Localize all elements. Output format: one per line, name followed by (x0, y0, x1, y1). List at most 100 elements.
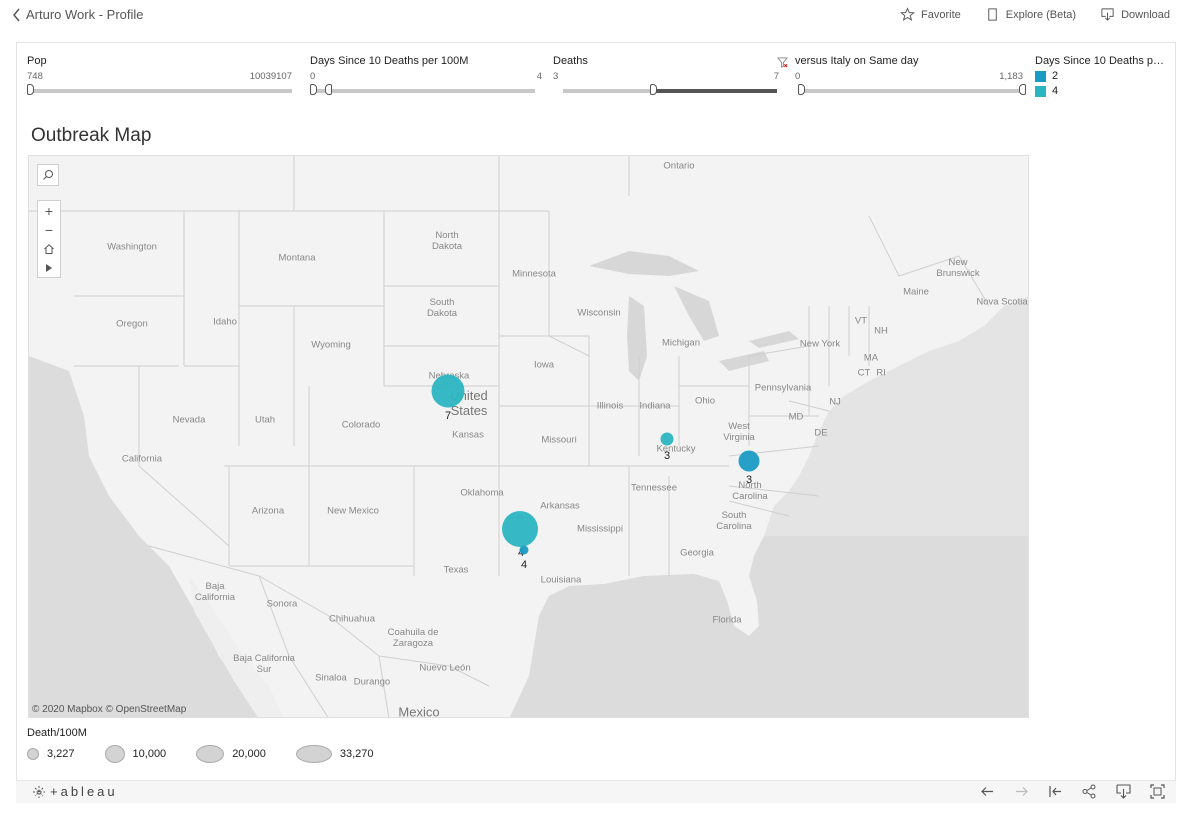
size-legend-label: 3,227 (47, 748, 75, 760)
filter-pop-max: 10039107 (249, 71, 292, 82)
filter-days-slider[interactable] (310, 84, 535, 95)
map-title: Outbreak Map (31, 125, 152, 146)
bubble-north-carolina[interactable] (738, 450, 760, 472)
undo-icon[interactable] (979, 783, 996, 800)
favorite-label: Favorite (921, 8, 961, 21)
label-new-york: New York (799, 338, 841, 350)
map-search-button[interactable] (37, 164, 59, 186)
zoom-out-button[interactable]: − (38, 220, 60, 239)
label-wyoming: Wyoming (311, 339, 351, 351)
tableau-logo[interactable]: +ableau (32, 784, 118, 799)
explore-button[interactable]: Explore (Beta) (985, 7, 1076, 22)
fullscreen-icon[interactable] (1149, 783, 1166, 800)
filter-italy-handle-min[interactable] (798, 84, 805, 95)
filter-days-handle-max[interactable] (325, 84, 332, 95)
label-sonora: Sonora (266, 598, 298, 610)
label-montana: Montana (278, 252, 316, 264)
filter-italy-title: versus Italy on Same day (795, 55, 919, 67)
size-legend-item[interactable]: 20,000 (196, 745, 266, 763)
filter-deaths-title: Deaths (553, 55, 588, 67)
label-illinois: Illinois (596, 400, 624, 412)
label-mississippi: Mississippi (577, 523, 623, 535)
color-legend-item-4[interactable]: 4 (1035, 85, 1169, 97)
outbreak-map[interactable]: Ontario Washington Montana North Dakota … (28, 155, 1029, 718)
label-coahuila: Coahuila de Zaragoza (387, 627, 439, 649)
filter-deaths-slider[interactable] (563, 84, 777, 95)
back-link[interactable]: Arturo Work - Profile (12, 7, 144, 22)
label-iowa: Iowa (533, 359, 555, 371)
play-icon (46, 263, 52, 272)
pan-tools-button[interactable] (38, 258, 60, 277)
filter-deaths-handle-min[interactable] (650, 84, 657, 95)
document-icon (988, 8, 997, 21)
label-nj: NJ (829, 396, 841, 408)
search-icon (43, 170, 53, 180)
size-legend-item[interactable]: 3,227 (27, 748, 75, 760)
label-nevada: Nevada (172, 414, 206, 426)
label-south-dakota: South Dakota (426, 297, 458, 319)
map-attribution[interactable]: © 2020 Mapbox © OpenStreetMap (32, 704, 186, 715)
label-baja-california-sur: Baja California Sur (233, 653, 295, 675)
filter-pop-min: 748 (27, 71, 43, 82)
tableau-logo-text: +ableau (50, 784, 118, 799)
label-ct: CT (857, 367, 871, 379)
minus-icon: − (44, 221, 54, 238)
size-legend-label: 20,000 (232, 748, 266, 760)
star-icon (900, 7, 915, 21)
bubble-nebraska[interactable] (431, 374, 465, 408)
filter-pop-handle-min[interactable] (27, 84, 34, 95)
label-baja-california: Baja California (194, 581, 236, 603)
filter-days-since: Days Since 10 Deaths per 100M 0 4 (310, 55, 542, 95)
filter-days-title: Days Since 10 Deaths per 100M (310, 55, 469, 67)
download-label: Download (1121, 8, 1170, 21)
size-legend: Death/100M 3,227 10,000 20,000 33,270 (27, 727, 404, 763)
label-louisiana: Louisiana (540, 574, 582, 586)
share-icon[interactable] (1081, 783, 1098, 800)
bubble-kentucky[interactable] (660, 432, 674, 446)
bubble-label-north-carolina: 3 (745, 474, 753, 486)
filter-days-handle-min[interactable] (310, 84, 317, 95)
redo-icon[interactable] (1013, 783, 1030, 800)
clear-filter-icon[interactable] (777, 57, 788, 68)
revert-icon[interactable] (1047, 783, 1064, 800)
bubble-texas-small[interactable] (519, 545, 529, 555)
plus-icon: + (44, 202, 54, 219)
label-nh: NH (874, 325, 888, 337)
size-legend-item[interactable]: 10,000 (104, 745, 166, 763)
favorite-button[interactable]: Favorite (900, 7, 961, 22)
label-tennessee: Tennessee (631, 482, 677, 494)
filter-italy-handle-max[interactable] (1019, 84, 1026, 95)
zoom-home-button[interactable] (38, 239, 60, 258)
label-ma: MA (863, 352, 879, 364)
download-icon (1101, 8, 1114, 21)
color-swatch (1035, 70, 1046, 82)
filter-deaths-range (653, 89, 777, 93)
label-texas: Texas (443, 564, 469, 576)
label-md: MD (788, 411, 804, 423)
label-durango: Durango (353, 676, 391, 688)
label-oregon: Oregon (116, 318, 148, 330)
download-button[interactable]: Download (1100, 7, 1170, 22)
label-vt: VT (854, 315, 868, 327)
size-circle (104, 745, 125, 763)
label-nuevo-leon: Nuevo León (419, 662, 471, 674)
color-legend: Days Since 10 Deaths per... 2 4 (1035, 55, 1169, 97)
size-circle (196, 745, 225, 763)
filter-pop-slider[interactable] (27, 84, 292, 95)
download-icon[interactable] (1115, 783, 1132, 800)
label-indiana: Indiana (639, 400, 671, 412)
label-south-carolina: South Carolina (716, 510, 752, 532)
bubble-label-nebraska: 7 (444, 410, 452, 422)
label-california: California (121, 453, 163, 465)
color-legend-item-2[interactable]: 2 (1035, 70, 1169, 82)
zoom-in-button[interactable]: + (38, 201, 60, 220)
filter-pop: Pop 748 10039107 (27, 55, 292, 95)
bubble-texas-large[interactable] (502, 511, 538, 547)
size-legend-item[interactable]: 33,270 (295, 745, 374, 763)
filter-italy-slider[interactable] (798, 84, 1026, 95)
filter-deaths-max: 7 (773, 71, 779, 82)
label-minnesota: Minnesota (512, 268, 556, 280)
label-west-virginia: West Virginia (723, 421, 755, 443)
size-legend-title: Death/100M (27, 727, 87, 739)
label-florida: Florida (712, 614, 742, 626)
